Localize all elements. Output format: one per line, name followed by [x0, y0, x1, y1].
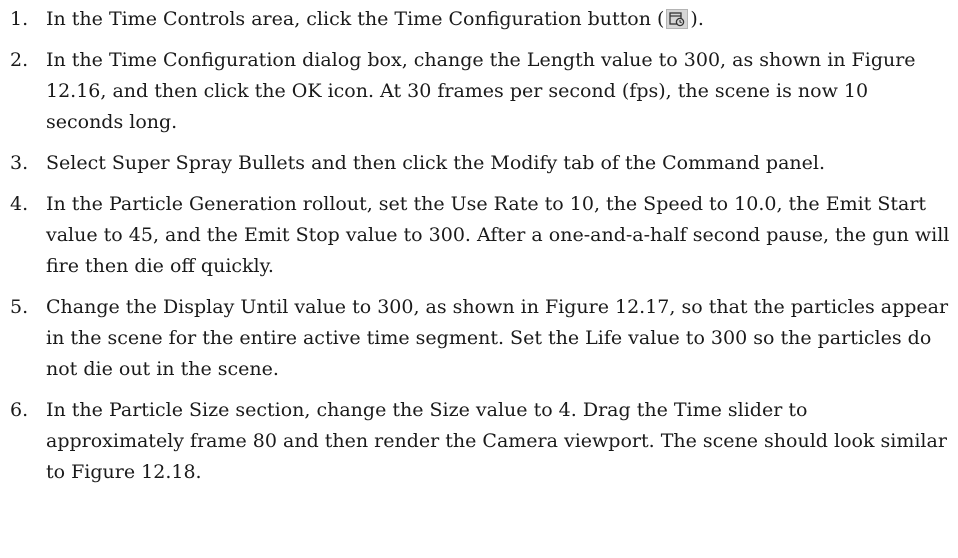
instruction-steps: 1. In the Time Controls area, click the … [10, 4, 958, 488]
step-text: In the Time Configuration dialog box, ch… [46, 49, 916, 133]
step-4: 4. In the Particle Generation rollout, s… [10, 189, 950, 282]
step-text: In the Particle Generation rollout, set … [46, 193, 950, 277]
step-text-after-icon: ). [690, 8, 704, 30]
step-6: 6. In the Particle Size section, change … [10, 395, 950, 488]
step-1: 1. In the Time Controls area, click the … [10, 4, 950, 35]
step-text: Select Super Spray Bullets and then clic… [46, 152, 825, 174]
step-number: 6. [10, 399, 29, 421]
step-5: 5. Change the Display Until value to 300… [10, 292, 950, 385]
step-text-before-icon: In the Time Controls area, click the Tim… [46, 8, 665, 30]
step-text: In the Particle Size section, change the… [46, 399, 947, 483]
document-page: 1. In the Time Controls area, click the … [0, 0, 958, 558]
step-text: In the Time Controls area, click the Tim… [46, 4, 950, 35]
step-3: 3. Select Super Spray Bullets and then c… [10, 148, 950, 179]
step-2: 2. In the Time Configuration dialog box,… [10, 45, 950, 138]
step-text: Change the Display Until value to 300, a… [46, 296, 949, 380]
step-number: 3. [10, 152, 29, 174]
step-number: 1. [10, 8, 29, 30]
step-number: 2. [10, 49, 29, 71]
step-number: 4. [10, 193, 29, 215]
time-configuration-icon [666, 9, 689, 29]
step-number: 5. [10, 296, 29, 318]
